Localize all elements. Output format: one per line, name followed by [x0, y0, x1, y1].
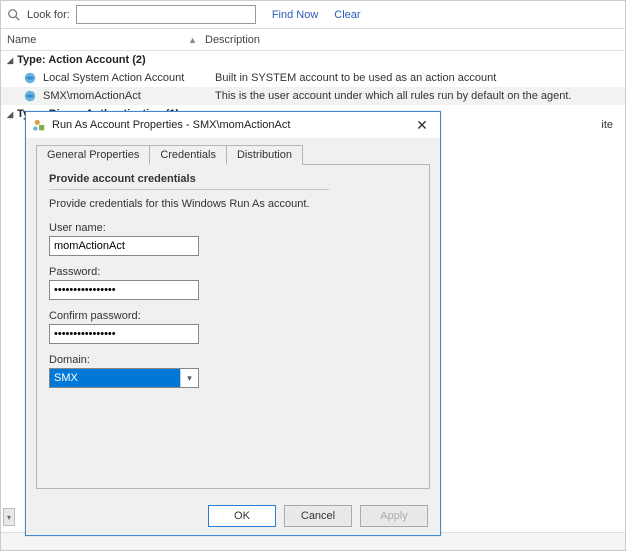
- tab-credentials[interactable]: Credentials: [149, 145, 227, 165]
- username-input[interactable]: [49, 236, 199, 256]
- account-icon: [23, 71, 37, 85]
- password-label: Password:: [49, 266, 417, 278]
- sort-indicator-icon: ▲: [188, 35, 197, 45]
- dialog-icon: [32, 118, 46, 132]
- apply-button: Apply: [360, 505, 428, 527]
- section-helper: Provide credentials for this Windows Run…: [49, 198, 417, 210]
- search-toolbar: Look for: Find Now Clear: [1, 1, 625, 29]
- close-button[interactable]: ✕: [410, 116, 434, 134]
- column-headers: Name ▲ Description: [1, 29, 625, 51]
- scroll-down-button[interactable]: ▾: [3, 508, 15, 526]
- row-name: SMX\momActionAct: [43, 90, 209, 102]
- domain-value: SMX: [50, 369, 180, 387]
- column-name[interactable]: Name ▲: [7, 34, 205, 46]
- dialog-titlebar: Run As Account Properties - SMX\momActio…: [26, 112, 440, 138]
- run-as-account-properties-dialog: Run As Account Properties - SMX\momActio…: [25, 111, 441, 536]
- confirm-password-label: Confirm password:: [49, 310, 417, 322]
- tab-body-credentials: Provide account credentials Provide cred…: [36, 164, 430, 489]
- table-row[interactable]: Local System Action Account Built in SYS…: [1, 69, 625, 87]
- expand-icon: ◢: [7, 110, 13, 119]
- domain-combobox[interactable]: SMX ▾: [49, 368, 199, 388]
- chevron-down-icon: ▾: [180, 369, 198, 387]
- clear-link[interactable]: Clear: [334, 9, 360, 21]
- domain-label: Domain:: [49, 354, 417, 366]
- column-description-label: Description: [205, 34, 260, 46]
- section-title: Provide account credentials: [49, 173, 329, 190]
- tab-distribution[interactable]: Distribution: [226, 145, 303, 165]
- account-icon: [23, 89, 37, 103]
- look-for-label: Look for:: [27, 9, 70, 21]
- cancel-button[interactable]: Cancel: [284, 505, 352, 527]
- expand-icon: ◢: [7, 56, 13, 65]
- password-input[interactable]: [49, 280, 199, 300]
- group-label: Type: Action Account (2): [17, 54, 146, 66]
- table-row[interactable]: SMX\momActionAct This is the user accoun…: [1, 87, 625, 105]
- row-name: Local System Action Account: [43, 72, 209, 84]
- find-now-link[interactable]: Find Now: [272, 9, 318, 21]
- search-icon: [7, 8, 21, 22]
- dialog-button-row: OK Cancel Apply: [26, 497, 440, 535]
- dialog-title: Run As Account Properties - SMX\momActio…: [52, 119, 404, 131]
- row-description: This is the user account under which all…: [215, 90, 619, 102]
- username-label: User name:: [49, 222, 417, 234]
- confirm-password-input[interactable]: [49, 324, 199, 344]
- row-description: Built in SYSTEM account to be used as an…: [215, 72, 619, 84]
- tab-general-properties[interactable]: General Properties: [36, 145, 150, 165]
- tabstrip: General Properties Credentials Distribut…: [26, 138, 440, 164]
- truncated-row-text: ite: [601, 119, 613, 131]
- column-name-label: Name: [7, 34, 36, 46]
- close-icon: ✕: [416, 117, 428, 134]
- group-header[interactable]: ◢ Type: Action Account (2): [1, 51, 625, 69]
- ok-button[interactable]: OK: [208, 505, 276, 527]
- search-input[interactable]: [76, 5, 256, 24]
- column-description[interactable]: Description: [205, 34, 625, 46]
